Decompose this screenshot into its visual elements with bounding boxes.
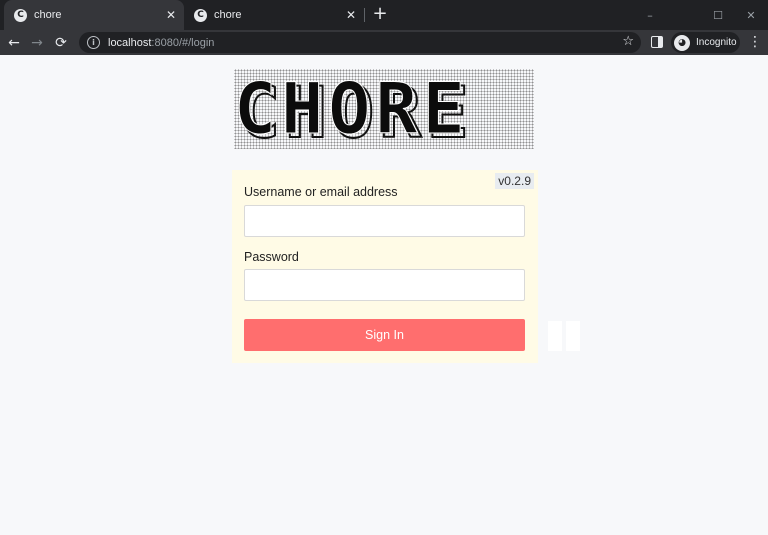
close-tab-icon[interactable]: ✕ (164, 8, 178, 22)
address-bar[interactable]: i localhost:8080/#/login ☆ (79, 32, 641, 53)
browser-menu-icon[interactable]: ⋮ (748, 34, 762, 52)
tab-strip: C chore ✕ C chore ✕ + – ☐ ✕ (0, 0, 768, 30)
chore-logo: CHORE CHORE (234, 68, 534, 154)
reload-icon[interactable]: ⟳ (51, 33, 71, 53)
browser-toolbar: ← → ⟳ i localhost:8080/#/login ☆ ◕ Incog… (0, 30, 768, 55)
username-label: Username or email address (244, 185, 398, 199)
site-info-icon[interactable]: i (87, 36, 100, 49)
tab-separator (364, 8, 365, 22)
bookmark-star-icon[interactable]: ☆ (622, 34, 634, 49)
tab-chore-active[interactable]: C chore ✕ (4, 0, 184, 30)
password-input[interactable] (244, 269, 525, 301)
tab-title: chore (214, 9, 242, 21)
minimize-icon[interactable]: – (633, 0, 667, 30)
version-badge: v0.2.9 (495, 173, 534, 189)
sign-in-button[interactable]: Sign In (244, 319, 525, 351)
page-content: CHORE CHORE v0.2.9 Username or email add… (0, 55, 768, 535)
incognito-icon: ◕ (674, 34, 690, 51)
chore-favicon-icon: C (194, 8, 207, 22)
side-panel-icon[interactable] (651, 36, 663, 48)
incognito-profile-button[interactable]: ◕ Incognito (671, 32, 740, 53)
tab-chore[interactable]: C chore ✕ (184, 0, 364, 30)
decorative-square (548, 321, 562, 351)
login-card: v0.2.9 Username or email address Passwor… (232, 170, 538, 363)
logo-text: CHORE (234, 68, 470, 150)
window-close-icon[interactable]: ✕ (734, 0, 768, 30)
url-host: localhost (108, 36, 152, 49)
incognito-label: Incognito (696, 37, 737, 48)
forward-arrow-icon[interactable]: → (27, 33, 47, 53)
password-label: Password (244, 250, 299, 264)
tab-title: chore (34, 9, 62, 21)
back-arrow-icon[interactable]: ← (4, 33, 24, 53)
maximize-icon[interactable]: ☐ (701, 0, 735, 30)
decorative-square (566, 321, 580, 351)
chore-favicon-icon: C (14, 8, 27, 22)
url-path: :8080/#/login (151, 36, 215, 49)
new-tab-icon[interactable]: + (371, 5, 389, 24)
close-tab-icon[interactable]: ✕ (344, 8, 358, 22)
username-input[interactable] (244, 205, 525, 237)
